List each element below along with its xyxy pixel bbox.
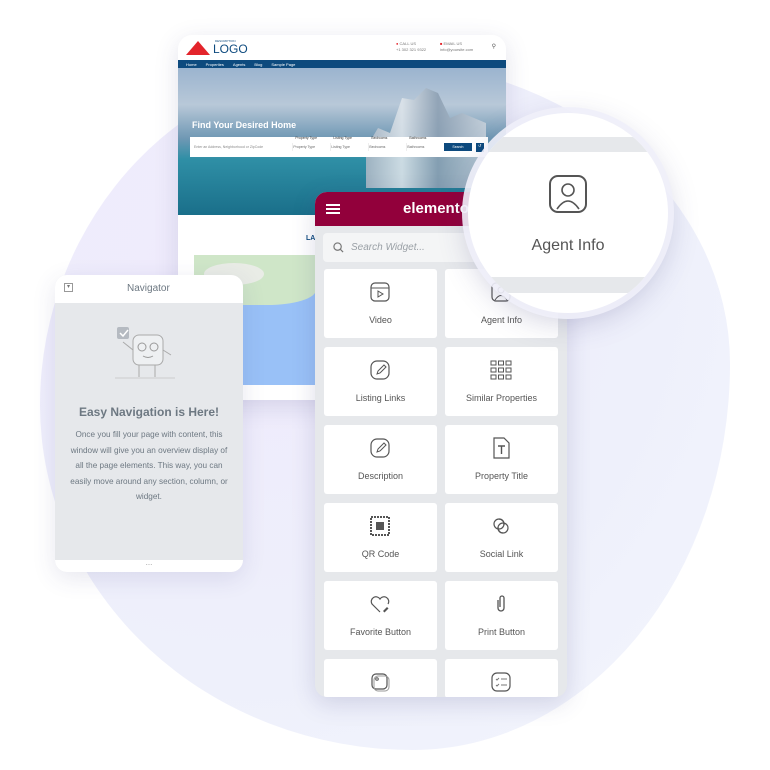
text-icon bbox=[493, 437, 510, 459]
bathrooms-select[interactable]: Bathrooms Bathrooms bbox=[406, 136, 440, 151]
listing-type-select[interactable]: Listing Type Listing Type bbox=[330, 136, 364, 151]
nav-properties[interactable]: Properties bbox=[206, 62, 224, 67]
navigator-panel: ▾ Navigator Easy Navigation is Here! Onc… bbox=[55, 275, 243, 572]
field-label: Bedrooms bbox=[371, 136, 388, 140]
widget-label: Print Button bbox=[477, 627, 526, 637]
widget-similar-properties[interactable]: Similar Properties bbox=[445, 347, 558, 416]
property-search: Enter an Address, Neighborhood or ZipCod… bbox=[190, 136, 488, 157]
address-input[interactable]: Enter an Address, Neighborhood or ZipCod… bbox=[194, 145, 288, 149]
qr-icon bbox=[370, 516, 390, 536]
widget-qr-code[interactable]: QR Code bbox=[324, 503, 437, 572]
navigator-heading: Easy Navigation is Here! bbox=[78, 405, 220, 419]
magnified-divider bbox=[468, 137, 668, 152]
field-label: Listing Type bbox=[333, 136, 352, 140]
email-value: info@yoursite.com bbox=[440, 47, 474, 52]
widget-item-10[interactable] bbox=[324, 659, 437, 697]
widget-label: Property Title bbox=[474, 471, 529, 481]
field-value: Listing Type bbox=[331, 145, 350, 149]
menu-icon[interactable] bbox=[326, 204, 340, 214]
robot-illustration-icon bbox=[115, 327, 175, 379]
site-nav: Home Properties Agents Blog Sample Page bbox=[178, 60, 506, 68]
grid-icon bbox=[490, 360, 512, 380]
call-label: CALL US bbox=[399, 41, 417, 46]
link-icon bbox=[493, 518, 509, 534]
logo[interactable]: LOGO DESCRIPTION bbox=[186, 39, 248, 55]
widget-label: Social Link bbox=[479, 549, 524, 559]
widget-label: Agent Info bbox=[480, 315, 523, 325]
resize-handle[interactable]: ... bbox=[55, 559, 243, 572]
widget-label: Similar Properties bbox=[465, 393, 538, 403]
heart-icon bbox=[370, 596, 390, 613]
widget-print-button[interactable]: Print Button bbox=[445, 581, 558, 650]
site-header: LOGO DESCRIPTION ● CALL US +1 302 321 932… bbox=[178, 35, 506, 60]
nav-agents[interactable]: Agents bbox=[233, 62, 245, 67]
hero-title: Find Your Desired Home bbox=[192, 120, 297, 130]
checklist-icon bbox=[491, 672, 511, 692]
widget-label: Listing Links bbox=[355, 393, 406, 403]
field-value: Bathrooms bbox=[407, 145, 425, 149]
widget-grid: Video Agent Info Listing Links Similar Prop… bbox=[324, 269, 558, 697]
widget-label: Description bbox=[357, 471, 404, 481]
widget-label: Favorite Button bbox=[349, 627, 412, 637]
navigator-body: Once you fill your page with content, th… bbox=[70, 430, 228, 501]
section-heading: LA bbox=[306, 235, 316, 242]
agent-icon bbox=[549, 175, 587, 213]
field-label: Bathrooms bbox=[409, 136, 427, 140]
widget-favorite-button[interactable]: Favorite Button bbox=[324, 581, 437, 650]
nav-blog[interactable]: Blog bbox=[254, 62, 262, 67]
widget-social-link[interactable]: Social Link bbox=[445, 503, 558, 572]
phone-icon: ● bbox=[396, 41, 399, 46]
pencil-icon bbox=[370, 360, 390, 380]
mail-icon: ■ bbox=[440, 41, 443, 46]
widget-description[interactable]: Description bbox=[324, 425, 437, 494]
pencil-icon bbox=[370, 438, 390, 458]
magnifier-agent-info: Agent Info bbox=[468, 113, 668, 313]
search-placeholder: Search Widget... bbox=[351, 242, 425, 253]
logo-mark-icon bbox=[186, 39, 210, 55]
nav-home[interactable]: Home bbox=[186, 62, 197, 67]
field-value: Property Type bbox=[293, 145, 316, 149]
call-value: +1 302 321 9322 bbox=[396, 47, 427, 52]
navigator-header: ▾ Navigator bbox=[55, 275, 243, 303]
magnified-divider bbox=[468, 277, 668, 293]
logo-subtitle: DESCRIPTION bbox=[215, 39, 236, 43]
logo-text: LOGO bbox=[213, 42, 248, 56]
widget-label: QR Code bbox=[361, 549, 400, 559]
collapse-icon[interactable]: ▾ bbox=[64, 283, 73, 292]
video-icon bbox=[370, 282, 390, 302]
email-label: EMAIL US bbox=[443, 41, 463, 46]
navigator-title: Navigator bbox=[127, 283, 170, 294]
search-icon[interactable]: ⚲ bbox=[492, 43, 496, 50]
widget-video[interactable]: Video bbox=[324, 269, 437, 338]
widget-item-11[interactable] bbox=[445, 659, 558, 697]
box-icon bbox=[371, 673, 390, 692]
search-icon bbox=[333, 242, 344, 253]
property-type-select[interactable]: Property Type Property Type bbox=[292, 136, 326, 151]
field-value: Bedrooms bbox=[369, 145, 386, 149]
nav-sample-page[interactable]: Sample Page bbox=[271, 62, 295, 67]
field-label: Property Type bbox=[295, 136, 318, 140]
magnified-label: Agent Info bbox=[531, 237, 605, 254]
email-info: ■ EMAIL US info@yoursite.com bbox=[440, 41, 473, 53]
elementor-logo: elementor bbox=[403, 200, 475, 217]
bedrooms-select[interactable]: Bedrooms Bedrooms bbox=[368, 136, 402, 151]
widget-label: Video bbox=[369, 315, 392, 325]
widget-property-title[interactable]: Property Title bbox=[445, 425, 558, 494]
widget-listing-links[interactable]: Listing Links bbox=[324, 347, 437, 416]
clip-icon bbox=[497, 595, 505, 612]
call-info: ● CALL US +1 302 321 9322 bbox=[396, 41, 426, 53]
